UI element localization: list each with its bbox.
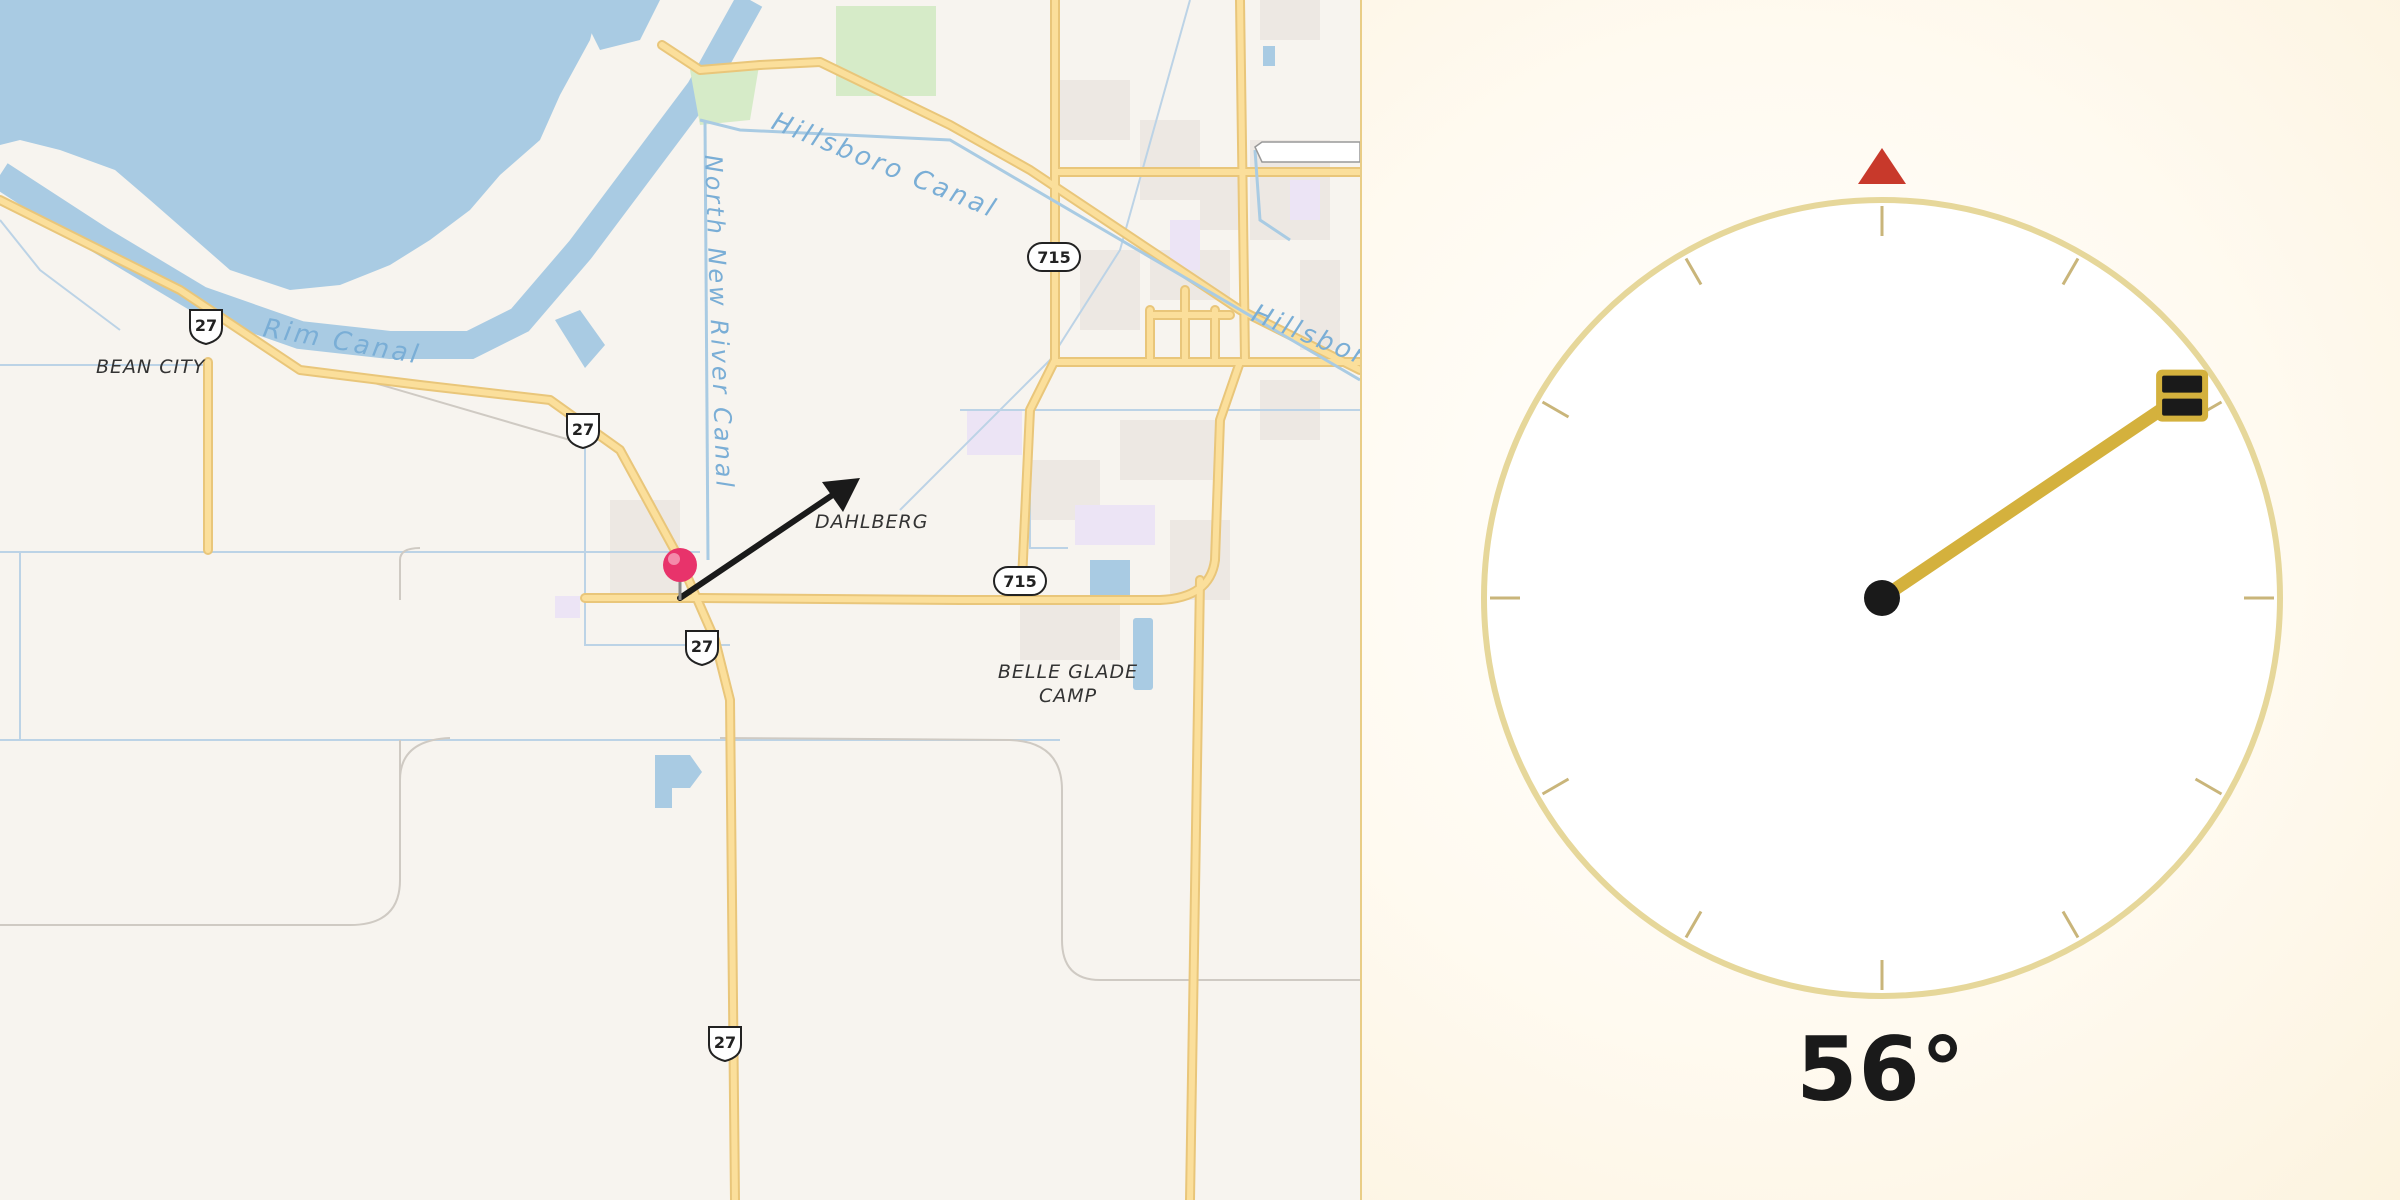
water-label-north-new-river: North New River Canal (699, 154, 739, 490)
needle-pivot (1864, 580, 1900, 616)
us-27-shield: 27 (566, 413, 600, 450)
us-27-shield: 27 (189, 309, 223, 346)
place-label-bean-city: BEAN CITY (96, 356, 206, 378)
svg-text:27: 27 (572, 420, 594, 439)
svg-text:27: 27 (691, 637, 713, 656)
place-label-belle-glade-camp-2: CAMP (1039, 685, 1097, 707)
pond (555, 310, 605, 368)
place-label-belle-glade-camp: BELLE GLADE (998, 661, 1138, 683)
us-27-shield: 27 (685, 630, 719, 667)
sr-715-road (582, 359, 1360, 603)
sr-715-shield: 715 (993, 566, 1047, 596)
bearing-dial-panel: 56° (1362, 0, 2400, 1200)
svg-text:715: 715 (1037, 248, 1070, 267)
us-27-shield: 27 (708, 1026, 742, 1063)
north-marker-icon (1858, 148, 1906, 184)
water-label-hillsboro: Hillsboro Canal (767, 107, 1001, 225)
map-panel[interactable]: Hillsboro Canal Hillsbor Rim Canal North… (0, 0, 1362, 1200)
svg-text:715: 715 (1003, 572, 1036, 591)
svg-text:27: 27 (195, 316, 217, 335)
pond (1263, 46, 1275, 66)
svg-text:27: 27 (714, 1033, 736, 1052)
pond (655, 755, 702, 808)
pond (1090, 560, 1130, 600)
dock (1254, 141, 1360, 163)
map-canvas[interactable]: Hillsboro Canal Hillsbor Rim Canal North… (0, 0, 1360, 1200)
needle-handle-icon[interactable] (2156, 369, 2209, 422)
place-label-dahlberg: DAHLBERG (815, 511, 928, 533)
sr-715-shield: 715 (1027, 242, 1081, 272)
bearing-readout: 56° (1796, 1018, 1966, 1121)
